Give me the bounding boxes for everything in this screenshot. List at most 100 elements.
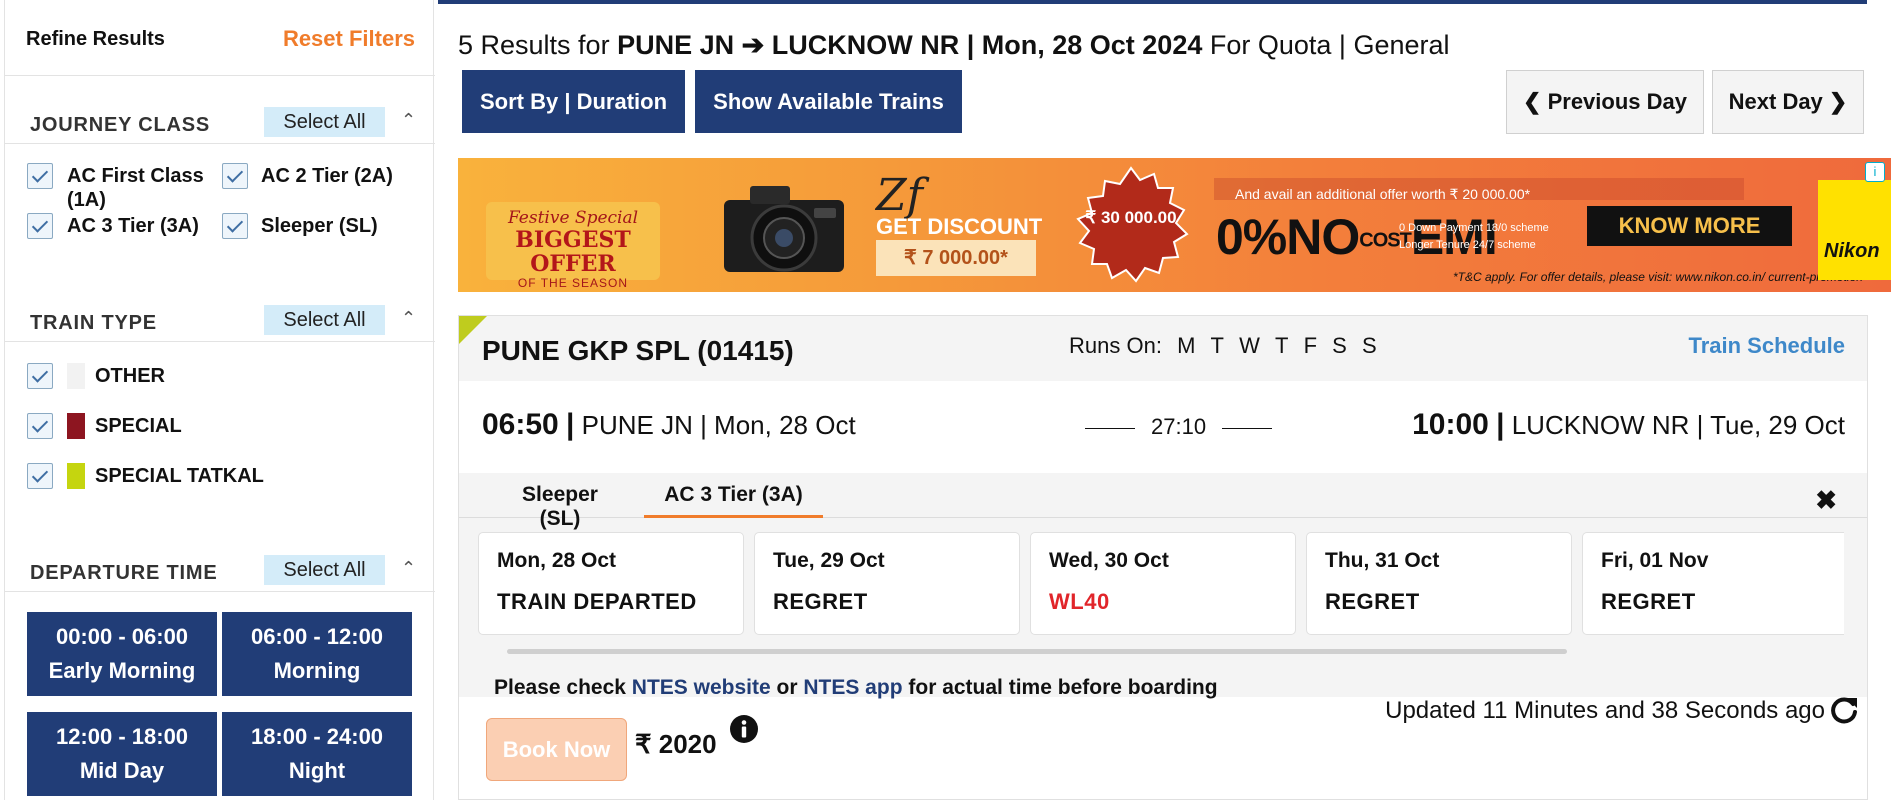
ad-additional-offer: And avail an additional offer worth ₹ 20… [1235,186,1531,202]
availability-date: Wed, 30 Oct [1049,549,1169,572]
availability-status: REGRET [1601,589,1696,614]
availability-day-card[interactable]: Thu, 31 Oct REGRET [1306,532,1572,635]
time-slot-range: 06:00 - 12:00 [250,624,384,649]
ad-festive-text: Festive Special [507,208,639,228]
availability-day-card[interactable]: Mon, 28 Oct TRAIN DEPARTED [478,532,744,635]
refine-header: Refine Results Reset Filters [5,0,435,76]
type-special-label: SPECIAL [95,415,182,437]
availability-day-card[interactable]: Tue, 29 Oct REGRET [754,532,1020,635]
availability-panel: Sleeper (SL) AC 3 Tier (3A) ✖ Mon, 28 Oc… [459,473,1867,700]
ntes-website-link[interactable]: NTES website [632,676,771,699]
filter-sidebar: Refine Results Reset Filters JOURNEY CLA… [4,0,435,800]
availability-date: Thu, 31 Oct [1325,549,1440,572]
duration-line [1222,427,1273,429]
reset-filters-link[interactable]: Reset Filters [283,26,415,52]
ad-no-text: 0%NO [1216,209,1360,265]
type-other-label: OTHER [95,365,165,387]
ad-terms: *T&C apply. For offer details, please vi… [1453,270,1863,284]
train-card: PUNE GKP SPL (01415) Runs On: M T W T F … [458,315,1868,800]
info-icon[interactable] [729,714,759,744]
next-day-button[interactable]: Next Day ❯ [1712,70,1864,134]
train-type-select-all[interactable]: Select All [264,305,385,335]
train-schedule-link[interactable]: Train Schedule [1689,333,1846,359]
class-2a-checkbox[interactable] [222,163,248,189]
departure-time-select-all[interactable]: Select All [264,555,385,585]
collapse-caret-icon[interactable]: ⌃ [401,110,416,131]
sort-by-duration-button[interactable]: Sort By | Duration [462,70,685,133]
journey-class-header: JOURNEY CLASS Select All ⌃ [5,88,435,144]
collapse-caret-icon[interactable]: ⌃ [401,308,416,329]
time-slot-early-morning[interactable]: 00:00 - 06:00 Early Morning [27,612,217,696]
duration-line [1085,427,1135,429]
tab-sleeper[interactable]: Sleeper (SL) [503,483,617,530]
previous-day-label: Previous Day [1547,89,1687,114]
train-name: PUNE GKP SPL (01415) [482,335,794,366]
previous-day-button[interactable]: ❮ Previous Day [1506,70,1704,134]
camera-image [724,186,844,272]
ad-get-discount: GET DISCOUNT [876,214,1043,239]
availability-day-card[interactable]: Fri, 01 Nov REGRET [1582,532,1844,635]
class-2a-label: AC 2 Tier (2A) [261,165,393,187]
class-1a-checkbox[interactable] [27,163,53,189]
chevron-right-icon: ❯ [1828,89,1848,114]
fare-amount: ₹ 2020 [635,729,717,759]
ad-brand-logo: Nikon [1818,180,1891,280]
departure-info: 06:50 | PUNE JN | Mon, 28 Oct [482,408,856,442]
ntes-suffix: for actual time before boarding [908,676,1218,699]
runs-on-label: Runs On: [1069,333,1162,358]
runs-on-day: F [1303,333,1318,358]
departure-time: 06:50 [482,408,559,441]
type-special-tatkal-swatch [67,463,85,489]
book-now-button[interactable]: Book Now [486,718,627,781]
runs-on-day: M [1177,333,1196,358]
ntes-notice: Please check NTES website or NTES app fo… [494,676,1218,700]
time-slot-range: 00:00 - 06:00 [55,624,189,649]
runs-on-day: W [1239,333,1260,358]
advertisement-banner[interactable]: Festive Special BIGGEST OFFER OF THE SEA… [458,158,1891,292]
type-special-checkbox[interactable] [27,413,53,439]
ntes-app-link[interactable]: NTES app [803,676,902,699]
results-count: 5 Results for [458,30,610,60]
type-other-checkbox[interactable] [27,363,53,389]
class-1a-label: AC First Class (1A) [67,165,204,211]
time-slot-mid-day[interactable]: 12:00 - 18:00 Mid Day [27,712,217,796]
ad-info-icon[interactable]: i [1865,162,1885,182]
time-slot-morning[interactable]: 06:00 - 12:00 Morning [222,612,412,696]
type-special-tatkal-label: SPECIAL TATKAL [95,465,264,487]
ntes-or: or [776,676,798,699]
results-quota: For Quota | General [1209,30,1450,60]
runs-on-day: T [1210,333,1224,358]
type-special-tatkal-checkbox[interactable] [27,463,53,489]
availability-status: REGRET [773,589,868,614]
train-card-header: PUNE GKP SPL (01415) Runs On: M T W T F … [459,316,1867,381]
time-slot-label: Mid Day [79,758,165,783]
time-slot-night[interactable]: 18:00 - 24:00 Night [222,712,412,796]
tab-ac-3-tier[interactable]: AC 3 Tier (3A) [644,483,823,518]
refine-title: Refine Results [26,28,165,50]
results-heading: 5 Results for PUNE JN ➔ LUCKNOW NR | Mon… [458,30,1450,61]
availability-day-card[interactable]: Wed, 30 Oct WL40 [1030,532,1296,635]
arrival-time: 10:00 [1412,408,1489,441]
availability-scrollbar[interactable] [507,649,1567,654]
journey-class-title: JOURNEY CLASS [30,114,211,136]
availability-status: TRAIN DEPARTED [497,589,697,614]
ad-know-more-button[interactable]: KNOW MORE [1587,206,1792,246]
type-other-swatch [67,363,85,389]
journey-class-select-all[interactable]: Select All [264,107,385,137]
class-tabs: Sleeper (SL) AC 3 Tier (3A) ✖ [459,473,1867,530]
runs-on-day: S [1332,333,1347,358]
ad-biggest-offer: BIGGEST OFFER [515,227,631,277]
class-3a-label: AC 3 Tier (3A) [67,215,199,237]
arrival-info: 10:00 | LUCKNOW NR | Tue, 29 Oct [1412,408,1845,442]
show-available-trains-button[interactable]: Show Available Trains [695,70,962,133]
availability-status: REGRET [1325,589,1420,614]
class-sl-checkbox[interactable] [222,213,248,239]
availability-date: Mon, 28 Oct [497,549,617,572]
departure-time-header: DEPARTURE TIME Select All ⌃ [5,536,435,592]
refresh-icon[interactable] [1829,695,1859,725]
collapse-caret-icon[interactable]: ⌃ [401,558,416,579]
ad-emi-terms: 0 Down Payment 18/0 scheme Longer Tenure… [1399,220,1549,254]
class-3a-checkbox[interactable] [27,213,53,239]
close-icon[interactable]: ✖ [1815,485,1837,516]
updated-status: Updated 11 Minutes and 38 Seconds ago [1385,697,1825,724]
